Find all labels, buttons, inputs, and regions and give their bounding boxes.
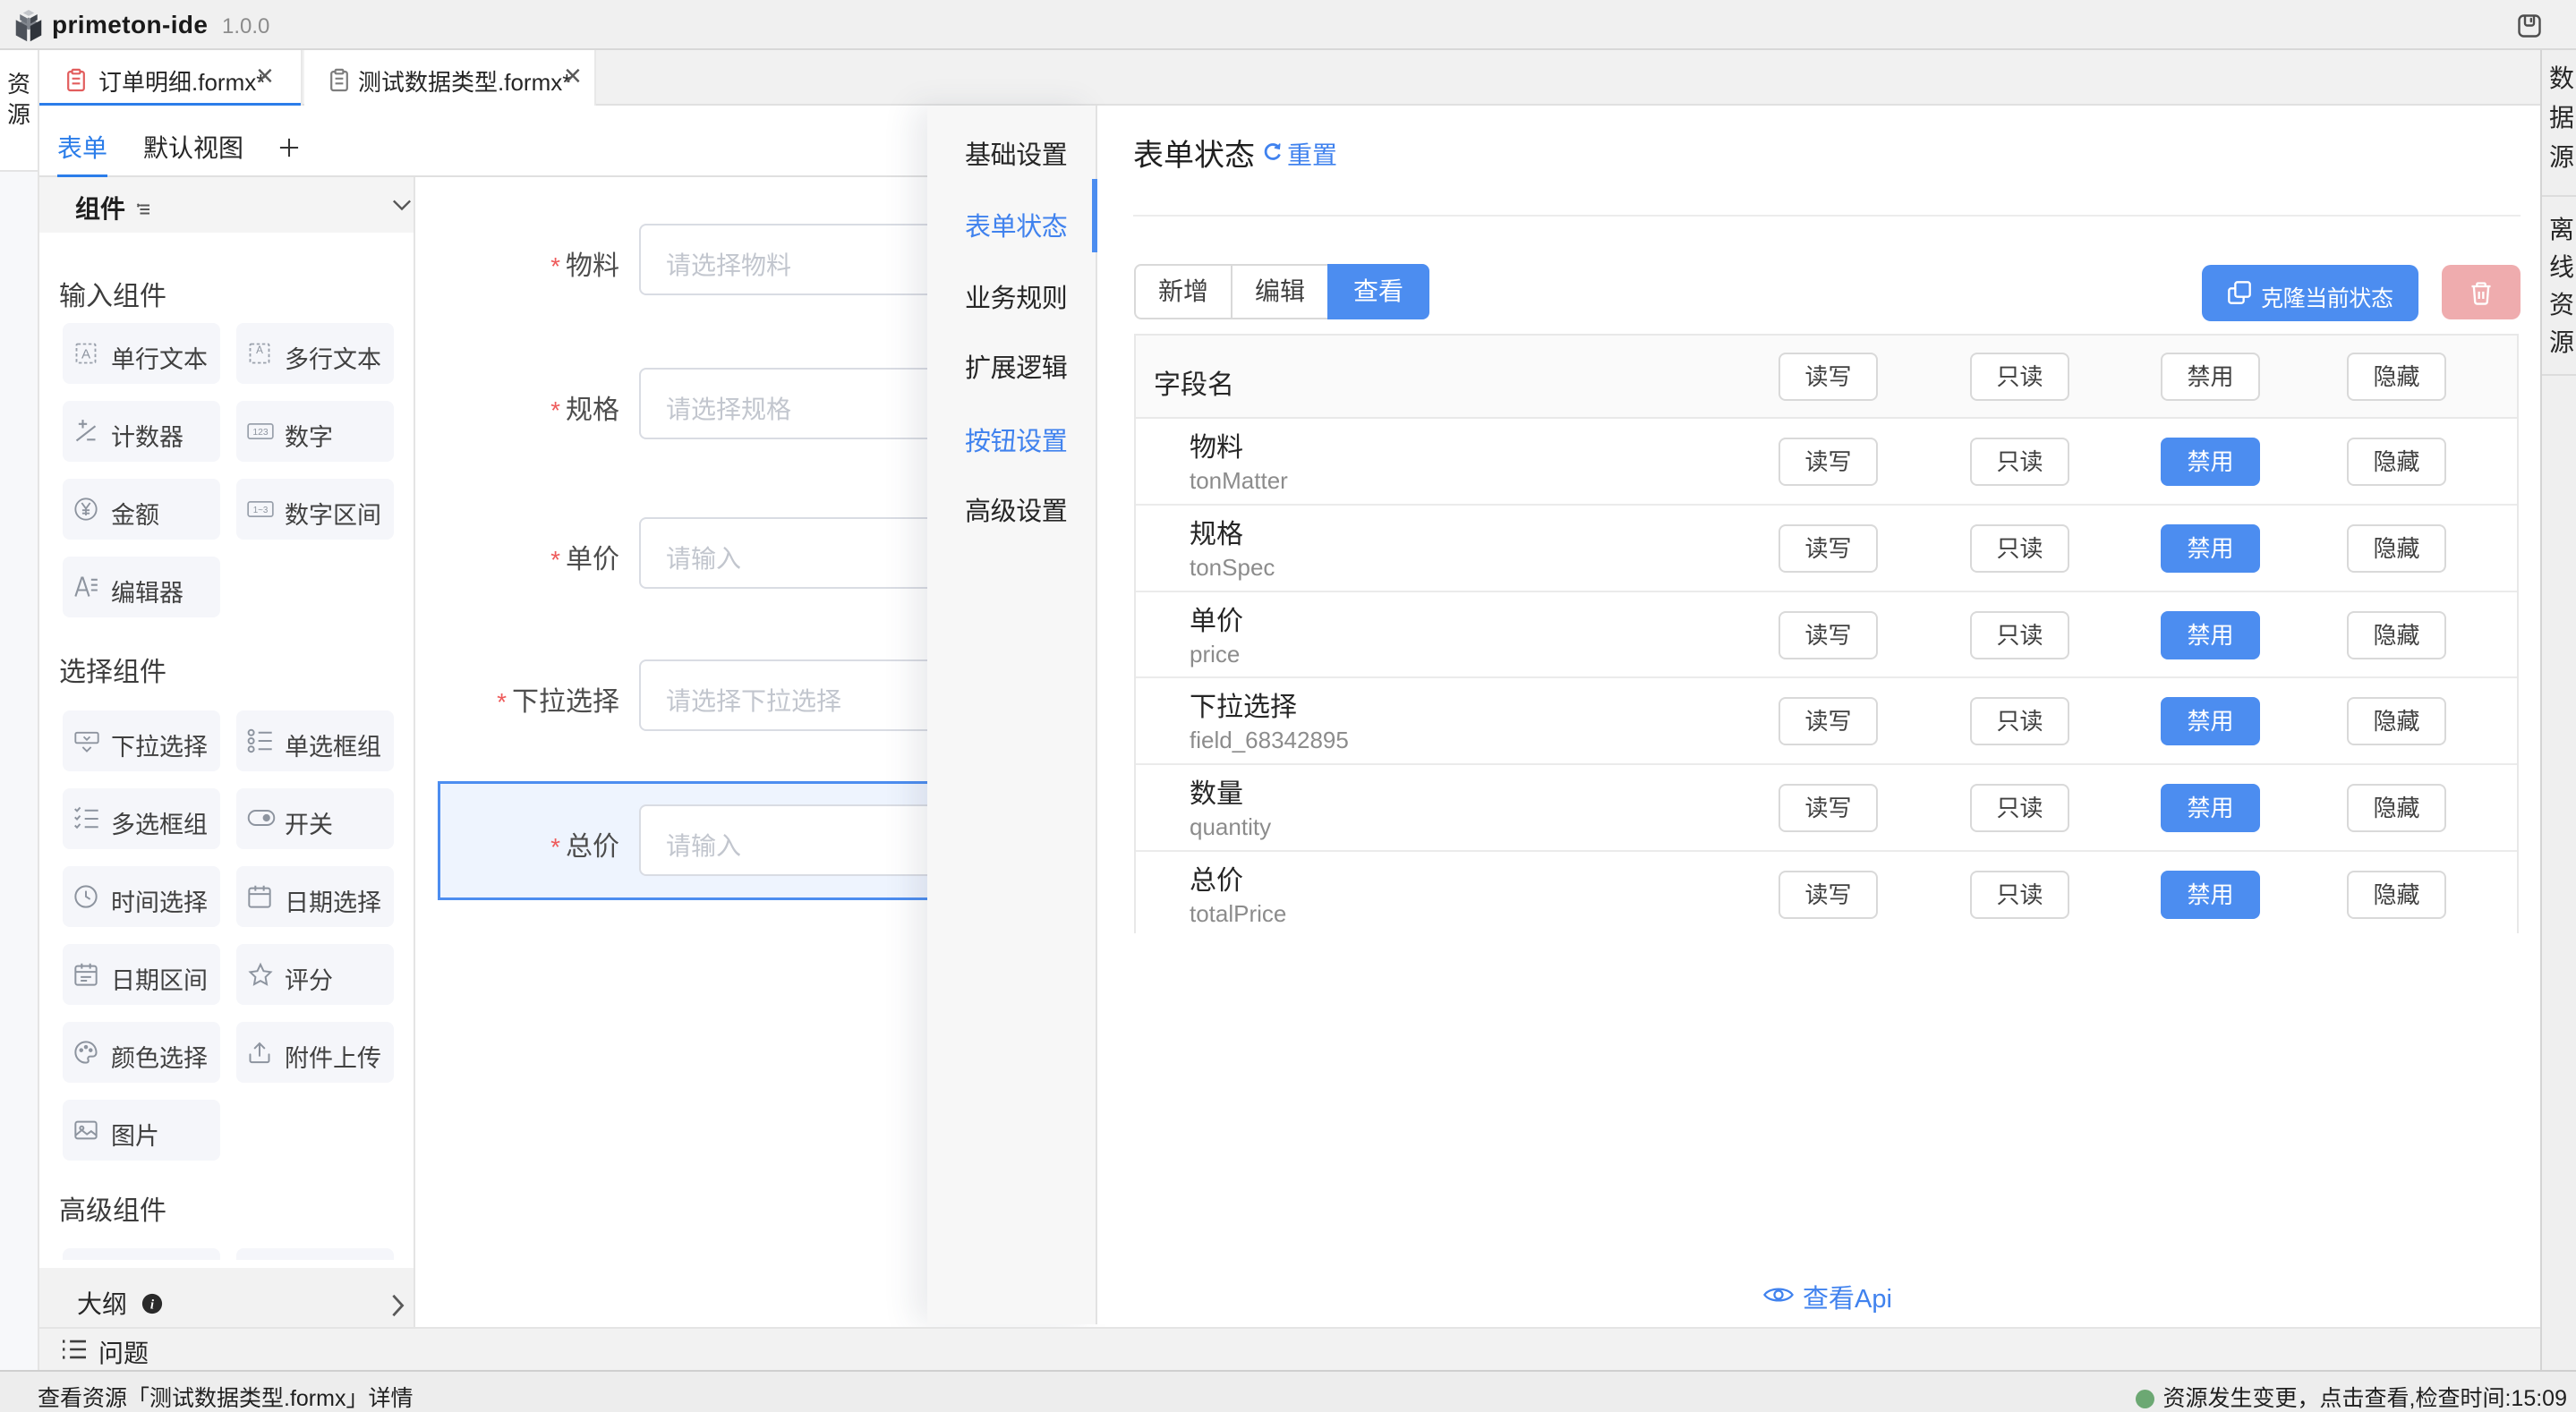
svg-text:123: 123 xyxy=(252,428,269,438)
svg-text:A: A xyxy=(81,346,91,362)
svg-text:1~3: 1~3 xyxy=(253,506,269,515)
svg-text:A: A xyxy=(256,344,263,356)
